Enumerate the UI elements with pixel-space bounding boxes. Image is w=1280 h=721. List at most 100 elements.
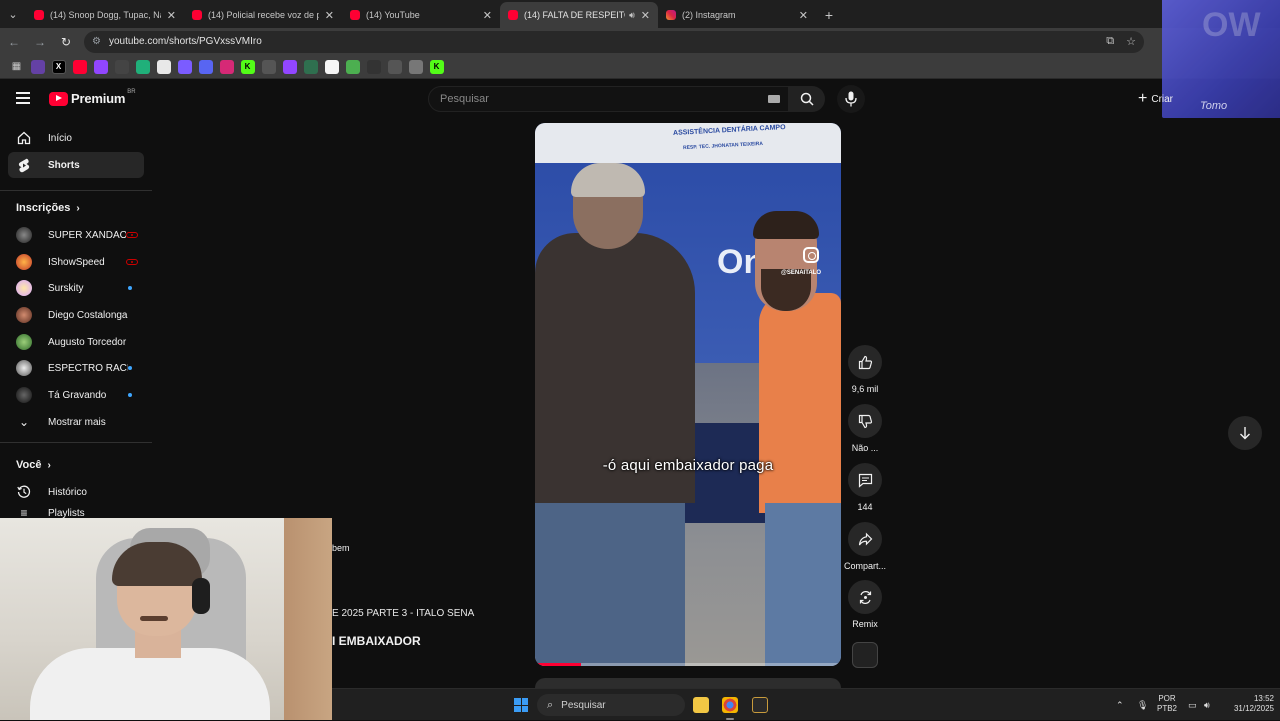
bookmark-icon[interactable] — [114, 59, 129, 74]
chevron-right-icon: › — [76, 202, 80, 214]
close-icon[interactable]: ✕ — [325, 9, 334, 22]
bookmark-icon[interactable] — [261, 59, 276, 74]
speaker-icon[interactable]: 🔊︎ — [629, 10, 635, 21]
bookmark-youtube-icon[interactable] — [72, 59, 87, 74]
like-button[interactable] — [848, 345, 882, 379]
forward-arrow-icon[interactable]: → — [28, 35, 52, 49]
video-person-right-legs — [765, 503, 841, 666]
remix-button[interactable] — [848, 580, 882, 614]
youtube-icon — [34, 10, 44, 20]
bookmark-star-icon[interactable]: ☆ — [1126, 35, 1136, 48]
tray-chevron-icon[interactable]: ⌃ — [1116, 689, 1124, 721]
video-person-left-legs — [535, 503, 685, 666]
chrome-icon[interactable] — [722, 697, 738, 713]
show-more-button[interactable]: ⌄ Mostrar mais — [8, 409, 144, 435]
bookmark-icon[interactable] — [135, 59, 150, 74]
apps-grid-icon[interactable]: ▦ — [10, 60, 24, 74]
windows-start-icon[interactable] — [514, 698, 528, 712]
back-arrow-icon[interactable]: ← — [2, 35, 26, 49]
subscription-item[interactable]: Surskity — [8, 275, 144, 301]
shorts-video-player[interactable]: On ASSISTÊNCIA DENTÁRIA CAMPO RESP. TEC.… — [535, 123, 841, 666]
share-button[interactable] — [848, 522, 882, 556]
input-language-indicator[interactable]: POR PTB2 — [1157, 694, 1177, 714]
youtube-icon — [350, 10, 360, 20]
bookmark-icon[interactable] — [177, 59, 192, 74]
subscription-label: Augusto Torcedor — [48, 336, 127, 348]
instagram-icon — [666, 10, 676, 20]
subscription-label: IShowSpeed — [48, 256, 105, 268]
bookmark-icon[interactable] — [345, 59, 360, 74]
sidebar-item-label: Início — [48, 132, 72, 144]
bookmark-icon[interactable] — [198, 59, 213, 74]
address-bar[interactable]: ⚙ youtube.com/shorts/PGVxssVMIro ⧉ ☆ — [84, 30, 1144, 53]
network-icon[interactable]: ▭ — [1188, 689, 1197, 721]
bookmark-icon[interactable] — [408, 59, 423, 74]
browser-tab-4-active[interactable]: (14) FALTA DE RESPEITO CO 🔊︎ ✕ — [500, 2, 658, 28]
browser-tab-1[interactable]: (14) Snoop Dogg, Tupac, Nate ✕ — [26, 2, 184, 28]
bookmark-icon[interactable] — [156, 59, 171, 74]
voice-search-button[interactable] — [837, 85, 865, 113]
next-short-button[interactable] — [1228, 416, 1262, 450]
menu-icon[interactable] — [16, 92, 30, 104]
search-button[interactable] — [789, 86, 825, 112]
bookmark-twitch-icon[interactable] — [30, 59, 45, 74]
reload-icon[interactable]: ↻ — [54, 35, 78, 49]
browser-tab-5[interactable]: (2) Instagram ✕ — [658, 2, 816, 28]
subscription-item[interactable]: SUPER XANDÃO — [8, 222, 144, 248]
tab-search-icon[interactable]: ⌄ — [0, 0, 26, 28]
subscription-item[interactable]: Diego Costalonga — [8, 302, 144, 328]
taskbar-search-box[interactable]: ⌕ Pesquisar — [537, 694, 685, 716]
instagram-icon — [803, 247, 819, 263]
bookmark-kick-icon[interactable]: K — [429, 59, 444, 74]
tab-title: (14) Policial recebe voz de prisão — [208, 10, 319, 20]
channel-avatar — [16, 307, 32, 323]
you-heading[interactable]: Você › — [16, 459, 51, 471]
install-app-icon[interactable]: ⧉ — [1106, 35, 1114, 48]
new-content-dot — [128, 393, 132, 397]
browser-tab-3[interactable]: (14) YouTube ✕ — [342, 2, 500, 28]
sidebar-item-home[interactable]: Início — [8, 125, 144, 151]
bookmark-twitch-icon[interactable] — [282, 59, 297, 74]
browser-tab-bar: ⌄ (14) Snoop Dogg, Tupac, Nate ✕ (14) Po… — [0, 0, 1280, 28]
subscription-label: Diego Costalonga — [48, 309, 128, 321]
sound-source-thumbnail[interactable] — [852, 642, 878, 668]
close-icon[interactable]: ✕ — [483, 9, 492, 22]
close-icon[interactable]: ✕ — [641, 9, 650, 22]
bookmark-twitch-icon[interactable] — [93, 59, 108, 74]
create-button[interactable]: + Criar — [1138, 88, 1173, 110]
subscription-item[interactable]: ESPECTRO RACI... — [8, 355, 144, 381]
system-clock[interactable]: 13:52 31/12/2025 — [1228, 694, 1274, 714]
volume-icon[interactable]: 🔊︎ — [1204, 689, 1210, 721]
search-input[interactable]: Pesquisar — [428, 86, 789, 112]
bookmark-instagram-icon[interactable] — [219, 59, 234, 74]
thumbs-up-icon — [858, 355, 872, 369]
close-icon[interactable]: ✕ — [799, 9, 808, 22]
subscription-item[interactable]: Augusto Torcedor — [8, 329, 144, 355]
bookmark-kick-icon[interactable]: K — [240, 59, 255, 74]
dislike-button[interactable] — [848, 404, 882, 438]
new-tab-button[interactable]: + — [816, 2, 842, 28]
bookmark-icon[interactable] — [324, 59, 339, 74]
file-explorer-icon[interactable] — [693, 697, 709, 713]
league-client-icon[interactable] — [752, 697, 768, 713]
youtube-premium-logo[interactable]: Premium BR — [49, 89, 136, 106]
sidebar-item-shorts[interactable]: Shorts — [8, 152, 144, 178]
subscription-item[interactable]: IShowSpeed — [8, 249, 144, 275]
comments-button[interactable] — [848, 463, 882, 497]
browser-toolbar: ← → ↻ ⚙ youtube.com/shorts/PGVxssVMIro ⧉… — [0, 28, 1280, 55]
tray-microphone-icon[interactable]: 🎙︎ — [1137, 689, 1148, 721]
keyboard-icon[interactable] — [768, 95, 780, 103]
video-progress-bar[interactable] — [535, 663, 841, 666]
browser-tab-2[interactable]: (14) Policial recebe voz de prisão ✕ — [184, 2, 342, 28]
close-icon[interactable]: ✕ — [167, 9, 176, 22]
bookmark-x-icon[interactable]: X — [51, 59, 66, 74]
subscriptions-heading[interactable]: Inscrições › — [16, 202, 80, 214]
sidebar-item-history[interactable]: Histórico — [8, 479, 144, 505]
bookmark-icon[interactable] — [303, 59, 318, 74]
bookmark-icon[interactable] — [387, 59, 402, 74]
site-info-icon[interactable]: ⚙ — [92, 36, 101, 47]
subscription-item[interactable]: Tá Gravando — [8, 382, 144, 408]
you-title: Você — [16, 459, 42, 471]
bookmark-icon[interactable] — [366, 59, 381, 74]
sidebar-item-playlists[interactable]: ≡ Playlists — [8, 506, 144, 518]
